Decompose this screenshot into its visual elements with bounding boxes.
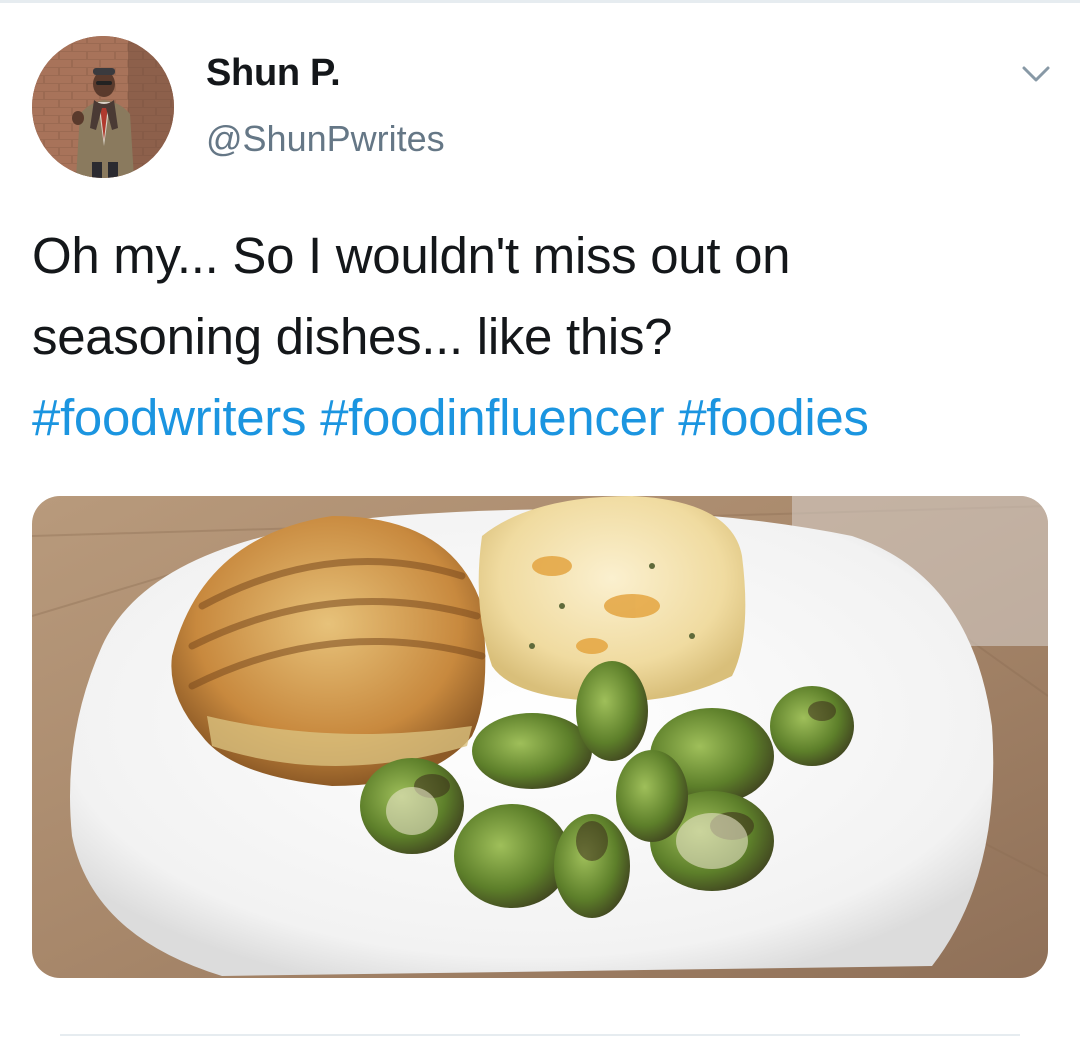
bottom-divider bbox=[60, 1034, 1020, 1036]
top-divider bbox=[0, 0, 1080, 3]
hashtag-link[interactable]: #foodinfluencer bbox=[320, 389, 665, 446]
author-handle[interactable]: @ShunPwrites bbox=[206, 118, 445, 160]
chevron-down-icon[interactable] bbox=[1016, 58, 1056, 90]
hashtag-link[interactable]: #foodwriters bbox=[32, 389, 306, 446]
tweet-text: Oh my... So I wouldn't miss out on seaso… bbox=[32, 215, 1052, 458]
tweet-text-line: seasoning dishes... like this? bbox=[32, 308, 673, 365]
hashtag-link[interactable]: #foodies bbox=[678, 389, 869, 446]
hashtag-row: #foodwriters #foodinfluencer #foodies bbox=[32, 377, 1052, 458]
tweet-text-line: Oh my... So I wouldn't miss out on bbox=[32, 227, 791, 284]
author-display-name[interactable]: Shun P. bbox=[206, 52, 341, 95]
avatar[interactable] bbox=[32, 36, 174, 178]
tweet-photo[interactable] bbox=[32, 496, 1048, 978]
